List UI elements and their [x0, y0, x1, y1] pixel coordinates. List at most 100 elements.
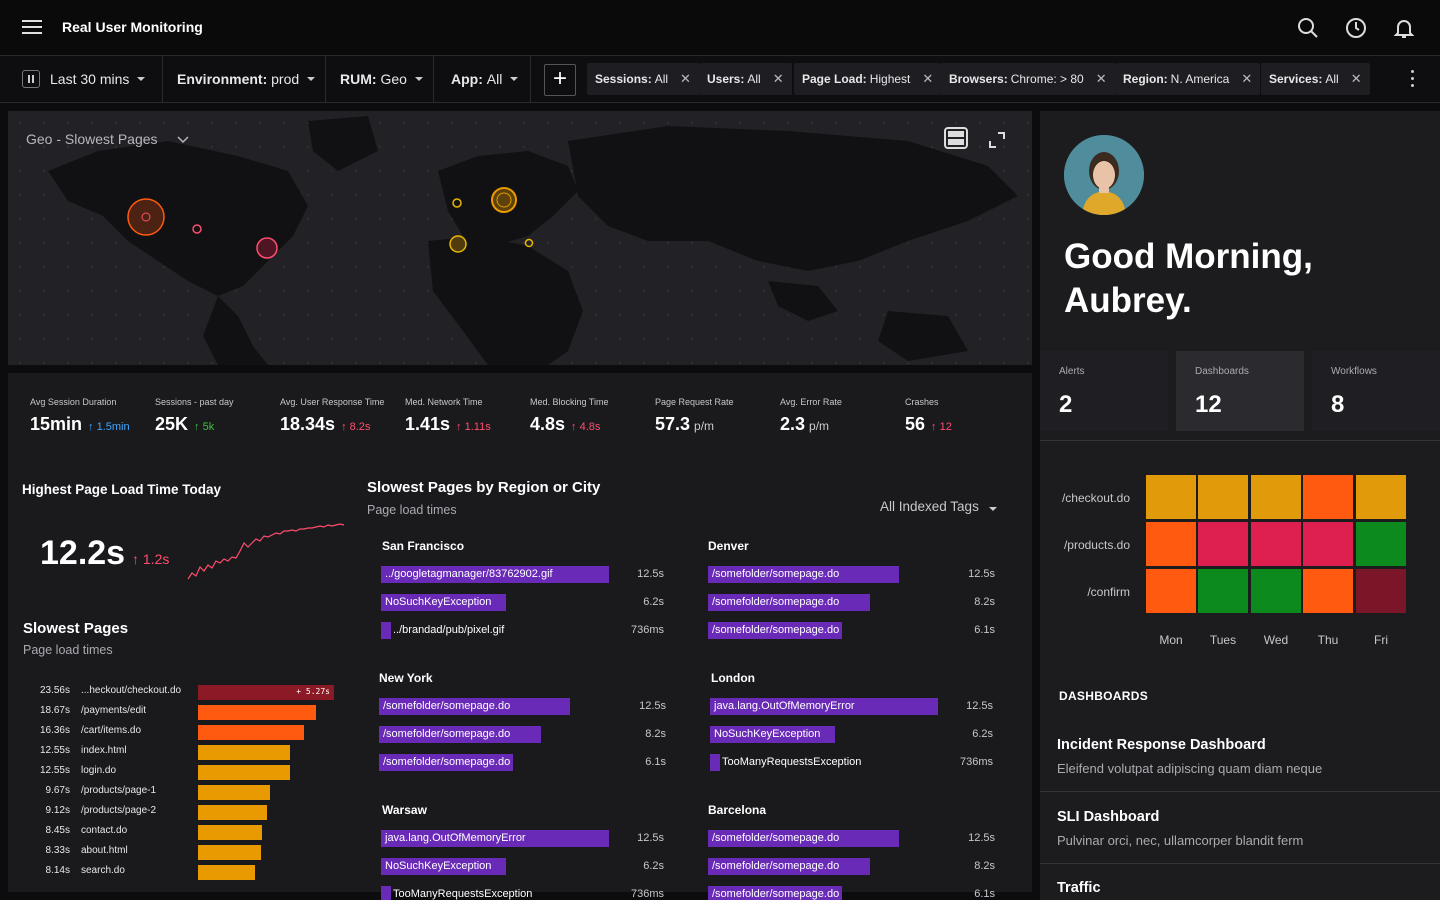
heatmap-cell[interactable] [1198, 522, 1248, 566]
heatmap-cell[interactable] [1303, 522, 1353, 566]
city-page-bar[interactable]: NoSuchKeyException [710, 726, 835, 743]
load-time-bar: + 5.27s [198, 685, 334, 700]
kpi-value: 2 [1059, 391, 1073, 418]
dashboards-heading: DASHBOARDS [1059, 689, 1149, 703]
city-page-bar[interactable]: ../googletagmanager/83762902.gif [381, 566, 609, 583]
indexed-tags-dropdown[interactable]: All Indexed Tags [880, 499, 997, 514]
page-path: index.html [81, 745, 127, 756]
load-time-bar [198, 825, 262, 840]
city-page-value: 12.5s [966, 700, 993, 712]
heatmap-cell[interactable] [1198, 569, 1248, 613]
heatmap-cell[interactable] [1251, 569, 1301, 613]
load-time: 9.12s [45, 805, 70, 816]
city-page-bar[interactable]: /somefolder/somepage.do [379, 698, 570, 715]
environment-dropdown[interactable]: Environment: prod [163, 56, 326, 102]
city-page-value: 6.1s [645, 756, 666, 768]
stat-delta: 1.11s [464, 421, 491, 433]
page-path: /products/page-2 [81, 805, 157, 816]
stat-sessions[interactable]: Sessions - past day 25K ↑ 5k [155, 397, 234, 435]
close-icon[interactable]: ✕ [1351, 71, 1362, 87]
dashboard-item-sli[interactable]: SLI Dashboard Pulvinar orci, nec, ullamc… [1040, 792, 1440, 864]
add-filter-button[interactable]: + [544, 64, 576, 96]
avatar[interactable] [1064, 135, 1144, 215]
city-page-bar[interactable]: /somefolder/somepage.do [708, 858, 870, 875]
city-page-bar[interactable]: ../brandad/pub/pixel.gif [381, 622, 504, 639]
stat-avg-user-response-time[interactable]: Avg. User Response Time 18.34s ↑ 8.2s [280, 397, 384, 435]
stat-avg-session-duration[interactable]: Avg Session Duration 15min ↑ 1.5min [30, 397, 130, 435]
filter-chip-page-load[interactable]: Page Load: Highest ✕ [794, 63, 942, 95]
filter-chip-sessions[interactable]: Sessions: All ✕ [587, 63, 699, 95]
time-range-dropdown[interactable]: Last 30 mins [0, 56, 163, 102]
city-page-bar[interactable]: java.lang.OutOfMemoryError [710, 698, 938, 715]
city-page-bar[interactable]: /somefolder/somepage.do [379, 754, 513, 771]
close-icon[interactable]: ✕ [1241, 71, 1252, 87]
dashboard-item-incident-response[interactable]: Incident Response Dashboard Eleifend vol… [1040, 720, 1440, 792]
close-icon[interactable]: ✕ [1096, 71, 1107, 87]
time-range-label: Last 30 mins [50, 71, 130, 87]
city-page-bar[interactable]: NoSuchKeyException [381, 858, 506, 875]
heatmap-cell[interactable] [1146, 522, 1196, 566]
world-map[interactable] [8, 111, 1032, 365]
stat-delta: 5k [202, 421, 215, 433]
more-options-icon[interactable] [1411, 70, 1415, 90]
chip-key: Sessions: [595, 72, 652, 86]
heatmap-cell[interactable] [1356, 475, 1406, 519]
city-page-bar[interactable]: /somefolder/somepage.do [708, 886, 842, 900]
pause-icon[interactable] [22, 70, 40, 88]
filter-chip-services[interactable]: Services: All ✕ [1261, 63, 1370, 95]
menu-icon[interactable] [22, 20, 42, 36]
expand-icon[interactable] [988, 131, 1006, 149]
search-icon[interactable] [1296, 16, 1320, 40]
city-page-value: 12.5s [637, 832, 664, 844]
layout-toggle-icon[interactable] [943, 127, 968, 149]
app-dropdown[interactable]: App: All [434, 56, 531, 102]
map-title-dropdown[interactable]: Geo - Slowest Pages [26, 131, 189, 147]
city-page-bar[interactable]: /somefolder/somepage.do [708, 830, 899, 847]
filter-chip-browsers[interactable]: Browsers: Chrome: > 80 ✕ [941, 63, 1115, 95]
kpi-workflows[interactable]: Workflows 8 [1312, 351, 1440, 431]
heatmap-cell[interactable] [1303, 475, 1353, 519]
heatmap-cell[interactable] [1146, 569, 1196, 613]
city-page-bar[interactable]: /somefolder/somepage.do [708, 566, 899, 583]
heatmap-cell[interactable] [1356, 522, 1406, 566]
heatmap-cell[interactable] [1356, 569, 1406, 613]
city-page-bar[interactable]: /somefolder/somepage.do [379, 726, 541, 743]
heatmap-cell[interactable] [1198, 475, 1248, 519]
close-icon[interactable]: ✕ [773, 71, 784, 87]
close-icon[interactable]: ✕ [680, 71, 691, 87]
rum-dropdown[interactable]: RUM: Geo [326, 56, 434, 102]
stat-med-blocking-time[interactable]: Med. Blocking Time 4.8s ↑ 4.8s [530, 397, 609, 435]
kpi-alerts[interactable]: Alerts 2 [1040, 351, 1168, 431]
filter-bar: Last 30 mins Environment: prod RUM: Geo … [0, 56, 1440, 103]
filter-chip-region[interactable]: Region: N. America ✕ [1115, 63, 1261, 95]
heatmap-cell[interactable] [1251, 475, 1301, 519]
stat-page-request-rate[interactable]: Page Request Rate 57.3 p/m [655, 397, 734, 435]
kpi-dashboards[interactable]: Dashboards 12 [1176, 351, 1304, 431]
city-page-bar[interactable]: TooManyRequestsException [710, 754, 861, 771]
stat-med-network-time[interactable]: Med. Network Time 1.41s ↑ 1.11s [405, 397, 491, 435]
map-hotspot [491, 187, 517, 213]
history-icon[interactable] [1344, 16, 1368, 40]
city-page-bar[interactable]: NoSuchKeyException [381, 594, 506, 611]
close-icon[interactable]: ✕ [922, 71, 933, 87]
city-page-value: 736ms [630, 624, 664, 636]
dashboard-item-traffic[interactable]: Traffic [1040, 864, 1440, 900]
kpi-label: Workflows [1331, 366, 1377, 377]
stat-label: Sessions - past day [155, 397, 234, 407]
heatmap-day-label: Tues [1209, 633, 1237, 647]
heatmap-cell[interactable] [1251, 522, 1301, 566]
highest-page-load-delta: ↑ 1.2s [132, 551, 170, 567]
city-page-bar[interactable]: /somefolder/somepage.do [708, 622, 842, 639]
page-path: contact.do [81, 825, 128, 836]
city-page-bar[interactable]: TooManyRequestsException [381, 886, 532, 900]
stat-avg-error-rate[interactable]: Avg. Error Rate 2.3 p/m [780, 397, 842, 435]
city-page-bar[interactable]: java.lang.OutOfMemoryError [381, 830, 609, 847]
stat-crashes[interactable]: Crashes 56 ↑ 12 [905, 397, 952, 435]
notification-bell-icon[interactable] [1392, 16, 1416, 40]
city-page-value: 6.2s [643, 860, 664, 872]
page-path: search.do [81, 865, 125, 876]
heatmap-cell[interactable] [1146, 475, 1196, 519]
filter-chip-users[interactable]: Users: All ✕ [699, 63, 792, 95]
heatmap-cell[interactable] [1303, 569, 1353, 613]
city-page-bar[interactable]: /somefolder/somepage.do [708, 594, 870, 611]
